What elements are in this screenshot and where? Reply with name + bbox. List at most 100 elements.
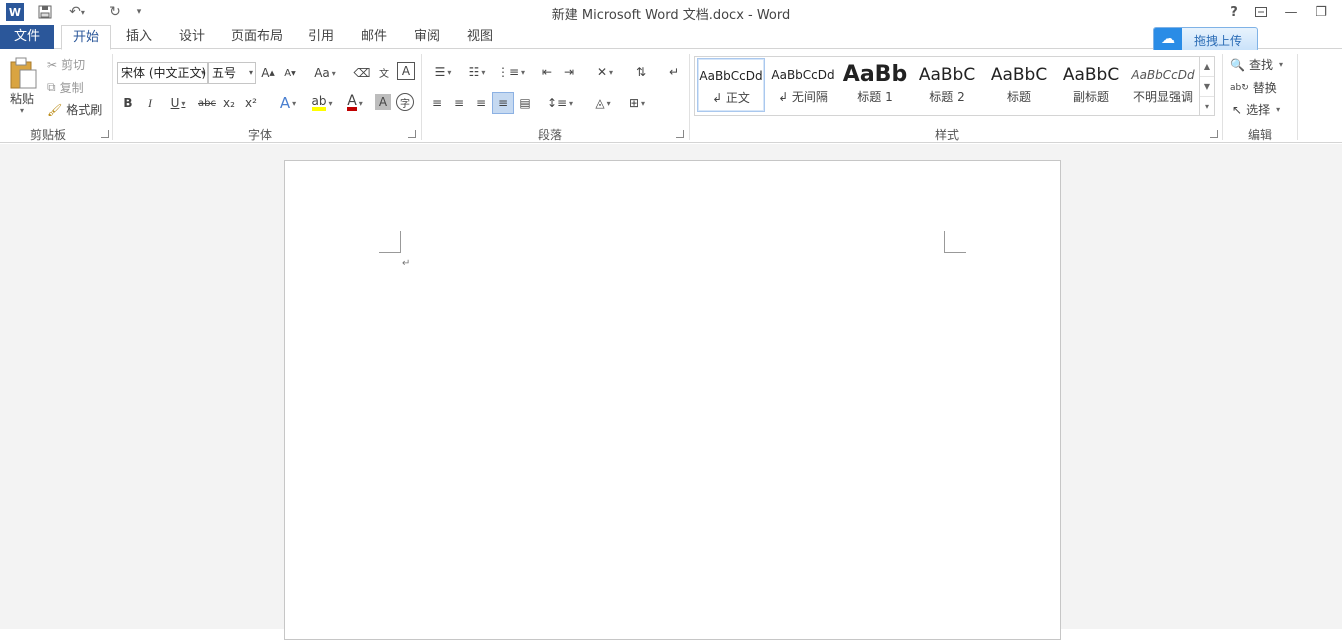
font-size-value: 五号 [212, 66, 237, 80]
minimize-button[interactable]: — [1280, 2, 1302, 22]
style-name: ↲ 无间隔 [778, 90, 828, 104]
upload-label: 拖拽上传 [1194, 34, 1243, 48]
underline-button[interactable]: U [164, 93, 192, 113]
paste-dropdown[interactable]: ▾ [20, 106, 24, 115]
increase-indent-icon[interactable]: ⇥ [560, 62, 578, 82]
tab-references[interactable]: 引用 [298, 25, 344, 49]
enclose-char-icon[interactable]: 字 [396, 93, 414, 111]
font-color-icon[interactable]: A [340, 93, 370, 113]
change-case-button[interactable]: Aa [310, 63, 340, 83]
paste-button[interactable]: 粘贴 [10, 90, 34, 107]
help-button[interactable]: ? [1223, 2, 1245, 22]
style-name: ↲ 正文 [712, 91, 750, 105]
style-subtle-emphasis[interactable]: AaBbCcDd 不明显强调 [1128, 58, 1198, 112]
select-button[interactable]: ↖ 选择 [1232, 101, 1280, 118]
decrease-indent-icon[interactable]: ⇤ [538, 62, 556, 82]
asian-layout-icon[interactable]: ✕ [590, 62, 620, 82]
paste-icon[interactable] [8, 56, 38, 90]
justify-icon[interactable]: ≡ [492, 92, 514, 114]
paragraph-group-label: 段落 [537, 128, 562, 142]
divider [112, 54, 113, 140]
tab-page-layout[interactable]: 页面布局 [224, 25, 290, 49]
italic-button[interactable]: I [142, 93, 158, 113]
strikethrough-button[interactable]: abc [197, 93, 217, 113]
document-page[interactable]: ↵ [284, 160, 1061, 640]
line-spacing-icon[interactable]: ↕≡ [545, 93, 575, 113]
phonetic-guide-icon[interactable]: 文 [375, 62, 393, 82]
multilevel-list-icon[interactable]: ⋮≡ [496, 62, 526, 82]
styles-launcher-icon[interactable] [1210, 130, 1218, 138]
bullets-icon[interactable]: ☰ [428, 62, 458, 82]
font-size-combo[interactable]: 五号 ▾ [208, 62, 256, 84]
more-styles-icon[interactable]: ▾ [1200, 97, 1214, 117]
cut-button[interactable]: ✂ 剪切 [47, 56, 85, 73]
font-name-combo[interactable]: 宋体 (中文正文) ▾ [117, 62, 208, 84]
ribbon-tabs: 文件 开始 插入 设计 页面布局 引用 邮件 审阅 视图 [0, 25, 1342, 50]
sort-icon[interactable]: ⇅ [632, 62, 650, 82]
style-title[interactable]: AaBbC 标题 [984, 58, 1054, 112]
tab-review[interactable]: 审阅 [404, 25, 450, 49]
styles-scroll: ▲ ▼ ▾ [1200, 56, 1215, 116]
tab-insert[interactable]: 插入 [116, 25, 162, 49]
tab-view[interactable]: 视图 [457, 25, 503, 49]
document-area[interactable]: ↵ [0, 144, 1342, 640]
tab-mailings[interactable]: 邮件 [351, 25, 397, 49]
style-sample: AaBbC [1062, 65, 1120, 85]
find-label: 查找 [1248, 58, 1273, 72]
divider [1222, 54, 1223, 140]
clear-format-icon[interactable]: ⌫ [353, 63, 371, 83]
tab-home[interactable]: 开始 [61, 25, 111, 50]
bold-button[interactable]: B [120, 93, 136, 113]
align-center-icon[interactable]: ≡ [450, 93, 468, 113]
font-launcher-icon[interactable] [408, 130, 416, 138]
paragraph-launcher-icon[interactable] [676, 130, 684, 138]
shrink-font-icon[interactable]: A ▼ [282, 63, 298, 83]
font-group-label: 字体 [247, 128, 272, 142]
scissors-icon: ✂ [47, 57, 58, 72]
subscript-button[interactable]: x₂ [220, 93, 238, 113]
tab-design[interactable]: 设计 [169, 25, 215, 49]
borders-icon[interactable]: ⊞ [622, 93, 652, 113]
show-marks-icon[interactable]: ↵ [665, 62, 683, 82]
style-subtitle[interactable]: AaBbC 副标题 [1056, 58, 1126, 112]
restore-button[interactable]: ❐ [1310, 2, 1332, 22]
style-normal[interactable]: AaBbCcDd ↲ 正文 [697, 58, 765, 112]
scroll-down-icon[interactable]: ▼ [1200, 77, 1214, 97]
align-right-icon[interactable]: ≡ [472, 93, 490, 113]
binoculars-icon: 🔍 [1230, 57, 1245, 72]
align-left-icon[interactable]: ≡ [428, 93, 446, 113]
copy-icon: ⧉ [47, 80, 56, 94]
shading-icon[interactable]: ◬ [588, 93, 618, 113]
numbering-icon[interactable]: ☷ [462, 62, 492, 82]
ribbon: 粘贴 ▾ ✂ 剪切 ⧉ 复制 🖌 格式刷 剪贴板 宋体 (中文正文) ▾ 五号 ▾ A ▲ … [0, 50, 1342, 143]
copy-button[interactable]: ⧉ 复制 [47, 79, 84, 96]
window-title: 新建 Microsoft Word 文档.docx - Word [551, 8, 791, 23]
grow-font-icon[interactable]: A ▲ [260, 63, 276, 83]
style-heading-1[interactable]: AaBb 标题 1 [840, 58, 910, 112]
char-shading-icon[interactable]: A [375, 94, 391, 110]
clipboard-launcher-icon[interactable] [101, 130, 109, 138]
find-button[interactable]: 🔍 查找 [1230, 56, 1283, 73]
divider [689, 54, 690, 140]
scroll-up-icon[interactable]: ▲ [1200, 57, 1214, 77]
style-sample: AaBb [842, 62, 908, 87]
replace-button[interactable]: ab↻ 替换 [1230, 79, 1277, 96]
upload-button[interactable]: ☁ 拖拽上传 [1153, 27, 1258, 52]
select-label: 选择 [1246, 103, 1271, 117]
divider [421, 54, 422, 140]
style-heading-2[interactable]: AaBbC 标题 2 [912, 58, 982, 112]
ribbon-display-icon[interactable] [1250, 2, 1272, 22]
style-name: 不明显强调 [1132, 90, 1193, 104]
text-effects-icon[interactable]: A [274, 93, 302, 113]
distribute-icon[interactable]: ▤ [516, 93, 534, 113]
format-painter-button[interactable]: 🖌 格式刷 [47, 101, 102, 118]
title-bar: W ↶ ▾ ↻ ▾ 新建 Microsoft Word 文档.docx - Wor… [0, 0, 1342, 25]
tab-file[interactable]: 文件 [0, 25, 54, 49]
clipboard-group-label: 剪贴板 [29, 128, 66, 142]
char-border-icon[interactable]: A [397, 62, 415, 80]
replace-icon: ab↻ [1230, 82, 1249, 93]
style-name: 标题 2 [929, 90, 965, 104]
highlight-color-icon[interactable]: ab [306, 93, 338, 113]
superscript-button[interactable]: x² [242, 93, 260, 113]
style-no-spacing[interactable]: AaBbCcDd ↲ 无间隔 [768, 58, 838, 112]
